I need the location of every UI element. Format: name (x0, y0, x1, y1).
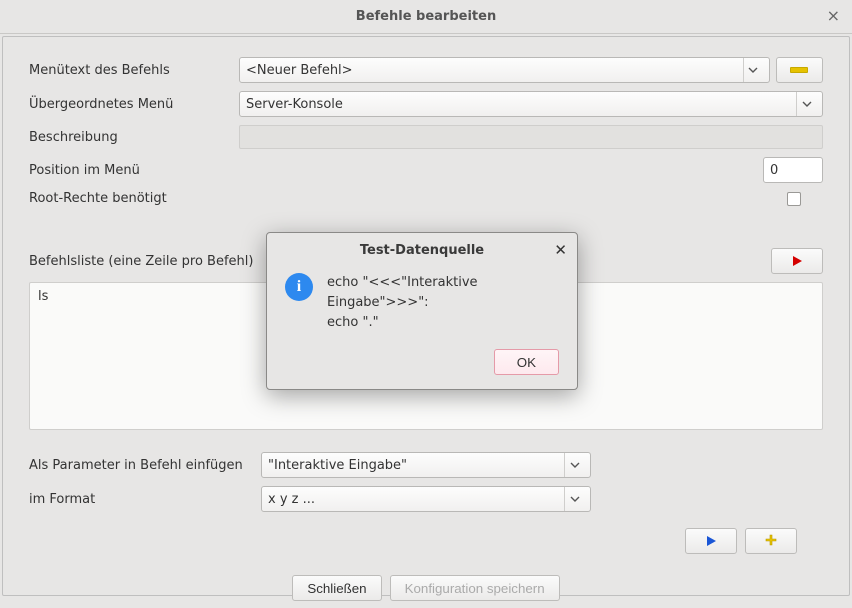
add-param-button[interactable] (745, 528, 797, 554)
chevron-down-icon[interactable] (743, 58, 763, 82)
chevron-down-icon[interactable] (564, 487, 584, 511)
run-command-button[interactable] (771, 248, 823, 274)
as-param-select[interactable]: "Interaktive Eingabe" (261, 452, 591, 478)
format-label: im Format (29, 492, 261, 507)
dialog-title: Test-Datenquelle (360, 243, 484, 258)
dialog-message: echo "<<<"Interaktive Eingabe">>>": echo… (327, 273, 559, 333)
chevron-down-icon[interactable] (796, 92, 816, 116)
as-param-label: Als Parameter in Befehl einfügen (29, 458, 261, 473)
test-param-button[interactable] (685, 528, 737, 554)
ok-button[interactable]: OK (494, 349, 559, 375)
test-datasource-dialog: Test-Datenquelle ✕ i echo "<<<"Interakti… (266, 232, 578, 390)
menu-text-combo[interactable]: <Neuer Befehl> (239, 57, 770, 83)
position-label: Position im Menü (29, 163, 239, 178)
dialog-close-icon[interactable]: ✕ (554, 241, 567, 259)
save-config-button: Konfiguration speichern (390, 575, 560, 601)
close-button[interactable]: Schließen (292, 575, 381, 601)
rename-icon (790, 67, 808, 73)
format-select[interactable]: x y z ... (261, 486, 591, 512)
description-label: Beschreibung (29, 130, 239, 145)
rename-button[interactable] (776, 57, 823, 83)
close-icon[interactable]: × (827, 8, 840, 24)
position-input[interactable]: 0 (763, 157, 823, 183)
window-titlebar: Befehle bearbeiten × (0, 0, 852, 34)
parent-menu-label: Übergeordnetes Menü (29, 97, 239, 112)
chevron-down-icon[interactable] (564, 453, 584, 477)
root-label: Root-Rechte benötigt (29, 191, 239, 206)
info-icon: i (285, 273, 313, 301)
menu-text-label: Menütext des Befehls (29, 63, 239, 78)
parent-menu-combo[interactable]: Server-Konsole (239, 91, 823, 117)
window-title: Befehle bearbeiten (356, 9, 496, 24)
root-checkbox[interactable] (787, 192, 801, 206)
description-input[interactable] (239, 125, 823, 149)
